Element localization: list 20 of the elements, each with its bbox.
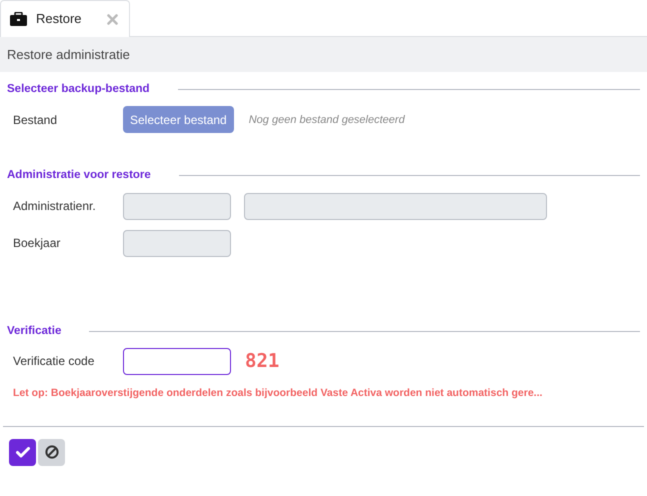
section-title: Verificatie xyxy=(7,324,62,338)
briefcase-icon xyxy=(10,12,27,26)
tab[interactable]: Restore xyxy=(0,0,130,37)
warning-text: Let op: Boekjaaroverstijgende onderdelen zoals bijvoorbeeld Vaste Activa worden niet automatisch gere... xyxy=(12,386,544,401)
confirm-button[interactable] xyxy=(9,438,36,466)
input-field[interactable] xyxy=(123,348,231,375)
section-title: Administratie voor restore xyxy=(7,168,151,184)
field-label: Boekjaar xyxy=(12,235,62,252)
prohibited-icon xyxy=(44,445,58,459)
verification-code: 821 xyxy=(245,349,280,374)
file-status: Nog geen bestand geselecteerd xyxy=(248,112,405,128)
field-label: Administratienr. xyxy=(12,198,97,215)
field-label: Bestand xyxy=(12,112,58,129)
field-label: Verificatie code xyxy=(12,353,96,370)
tab-label: Restore xyxy=(36,10,82,28)
section-title: Selecteer backup-bestand xyxy=(7,82,150,97)
close-icon[interactable] xyxy=(106,14,118,24)
checkmark-icon xyxy=(16,446,30,458)
page-header: Restore administratie xyxy=(0,37,647,72)
cancel-button[interactable] xyxy=(38,438,65,466)
